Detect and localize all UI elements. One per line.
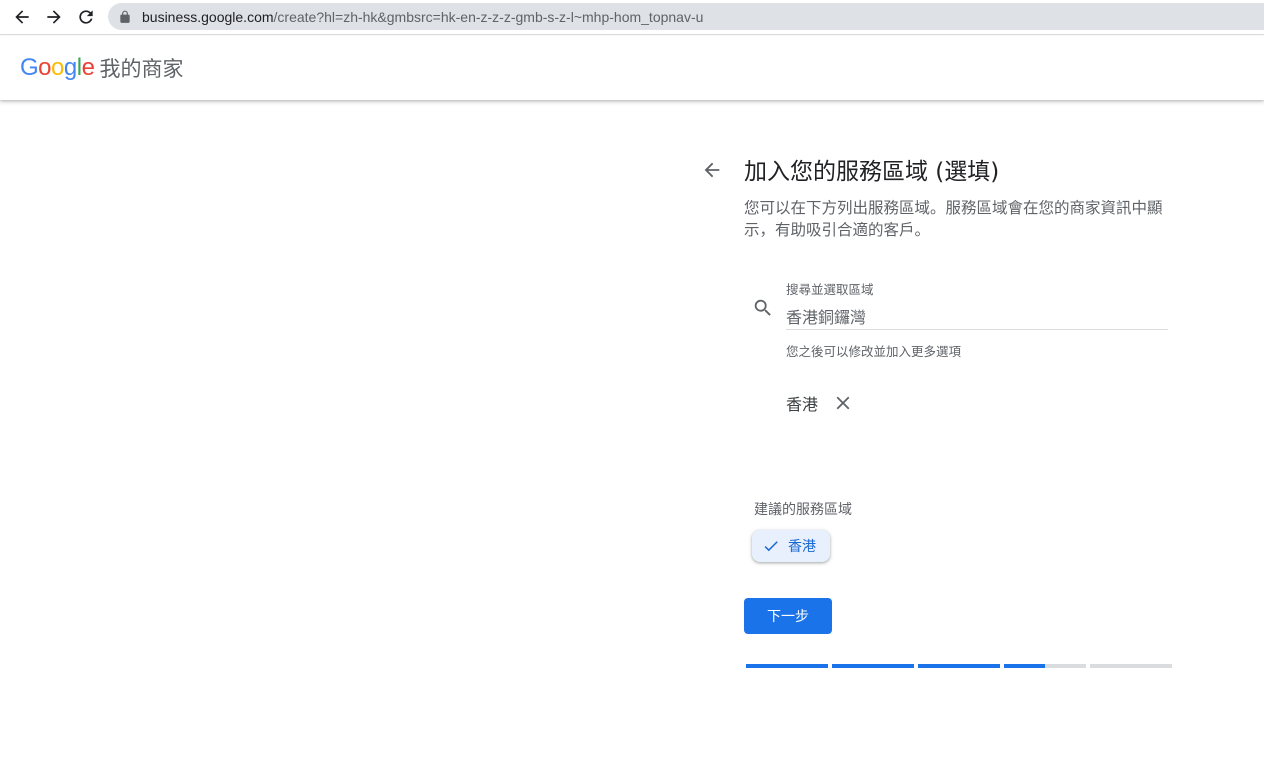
logo-letter: e xyxy=(81,54,95,81)
logo-letter: G xyxy=(20,54,39,81)
progress-segment-fill xyxy=(918,664,1000,668)
progress-segment xyxy=(832,664,914,668)
search-helper-text: 您之後可以修改並加入更多選項 xyxy=(786,344,962,359)
browser-toolbar: business.google.com/create?hl=zh-hk&gmbs… xyxy=(0,0,1264,35)
arrow-right-icon xyxy=(47,10,61,24)
url-text: business.google.com/create?hl=zh-hk&gmbs… xyxy=(142,9,703,25)
forward-button[interactable] xyxy=(41,4,67,30)
logo-letter: o xyxy=(38,54,52,81)
logo-letter: o xyxy=(51,54,64,81)
search-field-label: 搜尋並選取區域 xyxy=(786,282,874,297)
progress-segment-fill xyxy=(746,664,828,668)
reload-button[interactable] xyxy=(73,4,99,30)
selected-area-item: 香港 xyxy=(786,391,854,415)
progress-segment-fill xyxy=(832,664,914,668)
progress-segment xyxy=(746,664,828,668)
chip-label: 香港 xyxy=(788,539,816,555)
selected-area-label: 香港 xyxy=(786,395,819,414)
logo-letter: g xyxy=(63,54,77,81)
next-button[interactable]: 下一步 xyxy=(744,598,832,634)
url-host: business.google.com xyxy=(142,8,274,25)
lock-icon xyxy=(118,10,132,24)
suggested-areas-heading: 建議的服務區域 xyxy=(754,502,852,518)
progress-segment-fill xyxy=(1004,664,1045,668)
arrow-left-icon xyxy=(15,10,29,24)
progress-indicator xyxy=(746,664,1172,668)
page-description: 您可以在下方列出服務區域。服務區域會在您的商家資訊中顯示，有助吸引合適的客戶。 xyxy=(744,199,1163,239)
progress-segment xyxy=(918,664,1000,668)
check-icon xyxy=(762,537,780,555)
close-icon[interactable] xyxy=(832,392,854,414)
suggested-area-chip[interactable]: 香港 xyxy=(752,530,830,562)
area-search-input[interactable] xyxy=(786,302,1168,330)
app-header: Google 我的商家 xyxy=(0,36,1264,100)
back-button[interactable] xyxy=(9,4,35,30)
progress-segment xyxy=(1004,664,1086,668)
google-logo[interactable]: Google xyxy=(20,54,95,82)
reload-icon xyxy=(79,10,93,24)
page-title: 加入您的服務區域 (選填) xyxy=(744,159,1000,185)
search-icon xyxy=(752,297,774,319)
back-arrow-button[interactable] xyxy=(700,158,724,182)
progress-segment xyxy=(1090,664,1172,668)
address-bar[interactable]: business.google.com/create?hl=zh-hk&gmbs… xyxy=(108,3,1264,30)
product-name: 我的商家 xyxy=(99,57,184,81)
url-path: /create?hl=zh-hk&gmbsrc=hk-en-z-z-z-gmb-… xyxy=(273,8,704,25)
arrow-left-icon xyxy=(704,162,720,178)
